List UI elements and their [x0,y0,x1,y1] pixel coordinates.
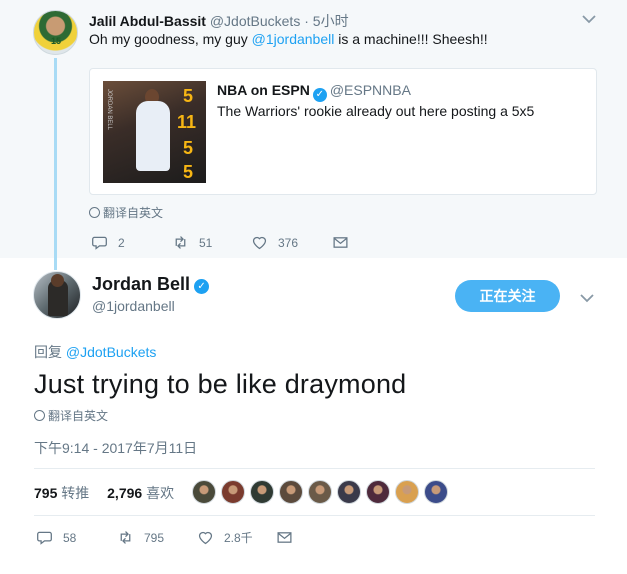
main-author-avatar[interactable] [33,271,81,319]
translate-label: 翻译自英文 [48,409,109,423]
globe-icon [34,410,45,421]
divider [34,468,595,469]
reply-button[interactable]: 2 [91,234,125,251]
parent-tweet-header: Jalil Abdul-Bassit @JdotBuckets · 5小时 [89,11,349,31]
main-author-name-row[interactable]: Jordan Bell ✓ [92,274,210,295]
quoted-tweet[interactable]: JORDAN BELL 5 11 5 5 NBA on ESPN ✓ @ESPNNB… [89,68,597,195]
retweets-value[interactable]: 795 [34,485,57,501]
parent-tweet[interactable]: 15 Jalil Abdul-Bassit @JdotBuckets · 5小时… [0,0,627,270]
reply-icon [92,236,107,250]
parent-translate-link[interactable]: 翻译自英文 [89,204,163,221]
quoted-author[interactable]: NBA on ESPN ✓ @ESPNNBA [217,82,411,102]
parent-author-avatar[interactable]: 15 [33,10,78,55]
retweet-icon [175,236,186,249]
engagement-stats: 795 转推 2,796 喜欢 [34,483,188,503]
avatar-jersey-number: 15 [51,36,62,46]
envelope-icon [333,237,348,248]
tweet-timestamp[interactable]: 下午9:14 - 2017年7月11日 [34,438,197,458]
liker-avatar[interactable] [308,480,332,504]
mention-link[interactable]: @1jordanbell [252,31,335,47]
reply-count: 58 [63,530,77,545]
retweets-label[interactable]: 转推 [61,485,89,501]
image-vertical-label: JORDAN BELL [106,89,112,131]
reply-to-mention-link[interactable]: @JdotBuckets [66,344,156,360]
quoted-tweet-image[interactable]: JORDAN BELL 5 11 5 5 [103,81,206,183]
image-stat-assists: 5 [183,138,194,158]
envelope-icon [277,532,292,543]
divider [34,515,595,516]
thread-line [54,58,57,270]
liker-avatar[interactable] [250,480,274,504]
main-translate-link[interactable]: 翻译自英文 [34,407,108,424]
image-stat-blocks: 5 [183,162,194,182]
avatar-head [51,274,64,287]
replying-to: 回复 @JdotBuckets [34,342,156,362]
retweet-count: 51 [199,235,213,250]
quoted-tweet-text: The Warriors' rookie already out here po… [217,103,535,119]
verified-badge-icon: ✓ [194,279,210,294]
main-tweet-text: Just trying to be like draymond [34,369,407,399]
parent-text-before: Oh my goodness, my guy [89,31,252,47]
like-button[interactable]: 376 [251,234,298,251]
image-stat-points: 5 [183,86,194,106]
parent-author-handle[interactable]: @JdotBuckets [210,13,300,29]
liker-avatars [192,480,453,504]
globe-icon [89,207,100,218]
liker-avatar[interactable] [221,480,245,504]
quoted-author-name: NBA on ESPN [217,82,310,98]
player-figure [136,101,170,171]
liker-avatar[interactable] [192,480,216,504]
retweet-button[interactable]: 795 [117,529,164,546]
like-count: 2.8千 [224,531,253,545]
likes-value[interactable]: 2,796 [107,485,142,501]
quoted-author-handle: @ESPNNBA [329,82,411,98]
liker-avatar[interactable] [395,480,419,504]
liker-avatar[interactable] [366,480,390,504]
parent-tweet-text: Oh my goodness, my guy @1jordanbell is a… [89,31,488,47]
like-button[interactable]: 2.8千 [197,529,253,546]
heart-icon [252,236,267,250]
verified-badge-icon: ✓ [312,88,327,102]
reply-prefix: 回复 [34,344,66,360]
liker-avatar[interactable] [279,480,303,504]
parent-tweet-time[interactable]: 5小时 [313,13,349,29]
heart-icon [198,531,213,545]
retweet-icon [120,531,131,544]
like-count: 376 [278,235,299,250]
parent-author-name[interactable]: Jalil Abdul-Bassit [89,13,206,29]
parent-tweet-time-sep: · [304,13,309,29]
direct-message-button[interactable] [332,234,349,251]
reply-count: 2 [118,235,125,250]
main-author-handle[interactable]: @1jordanbell [92,298,175,314]
image-stat-rebounds: 11 [177,112,197,132]
parent-text-after: is a machine!!! Sheesh!! [334,31,488,47]
chevron-down-icon[interactable] [580,293,594,303]
chevron-down-icon[interactable] [582,14,596,24]
reply-button[interactable]: 58 [36,529,76,546]
retweet-button[interactable]: 51 [172,234,212,251]
following-button[interactable]: 正在关注 [455,280,560,312]
retweet-count: 795 [144,530,165,545]
direct-message-button[interactable] [276,529,293,546]
main-author-name: Jordan Bell [92,274,191,294]
liker-avatar[interactable] [337,480,361,504]
liker-avatar[interactable] [424,480,448,504]
reply-icon [37,531,52,545]
translate-label: 翻译自英文 [103,206,164,220]
likes-label[interactable]: 喜欢 [146,485,174,501]
